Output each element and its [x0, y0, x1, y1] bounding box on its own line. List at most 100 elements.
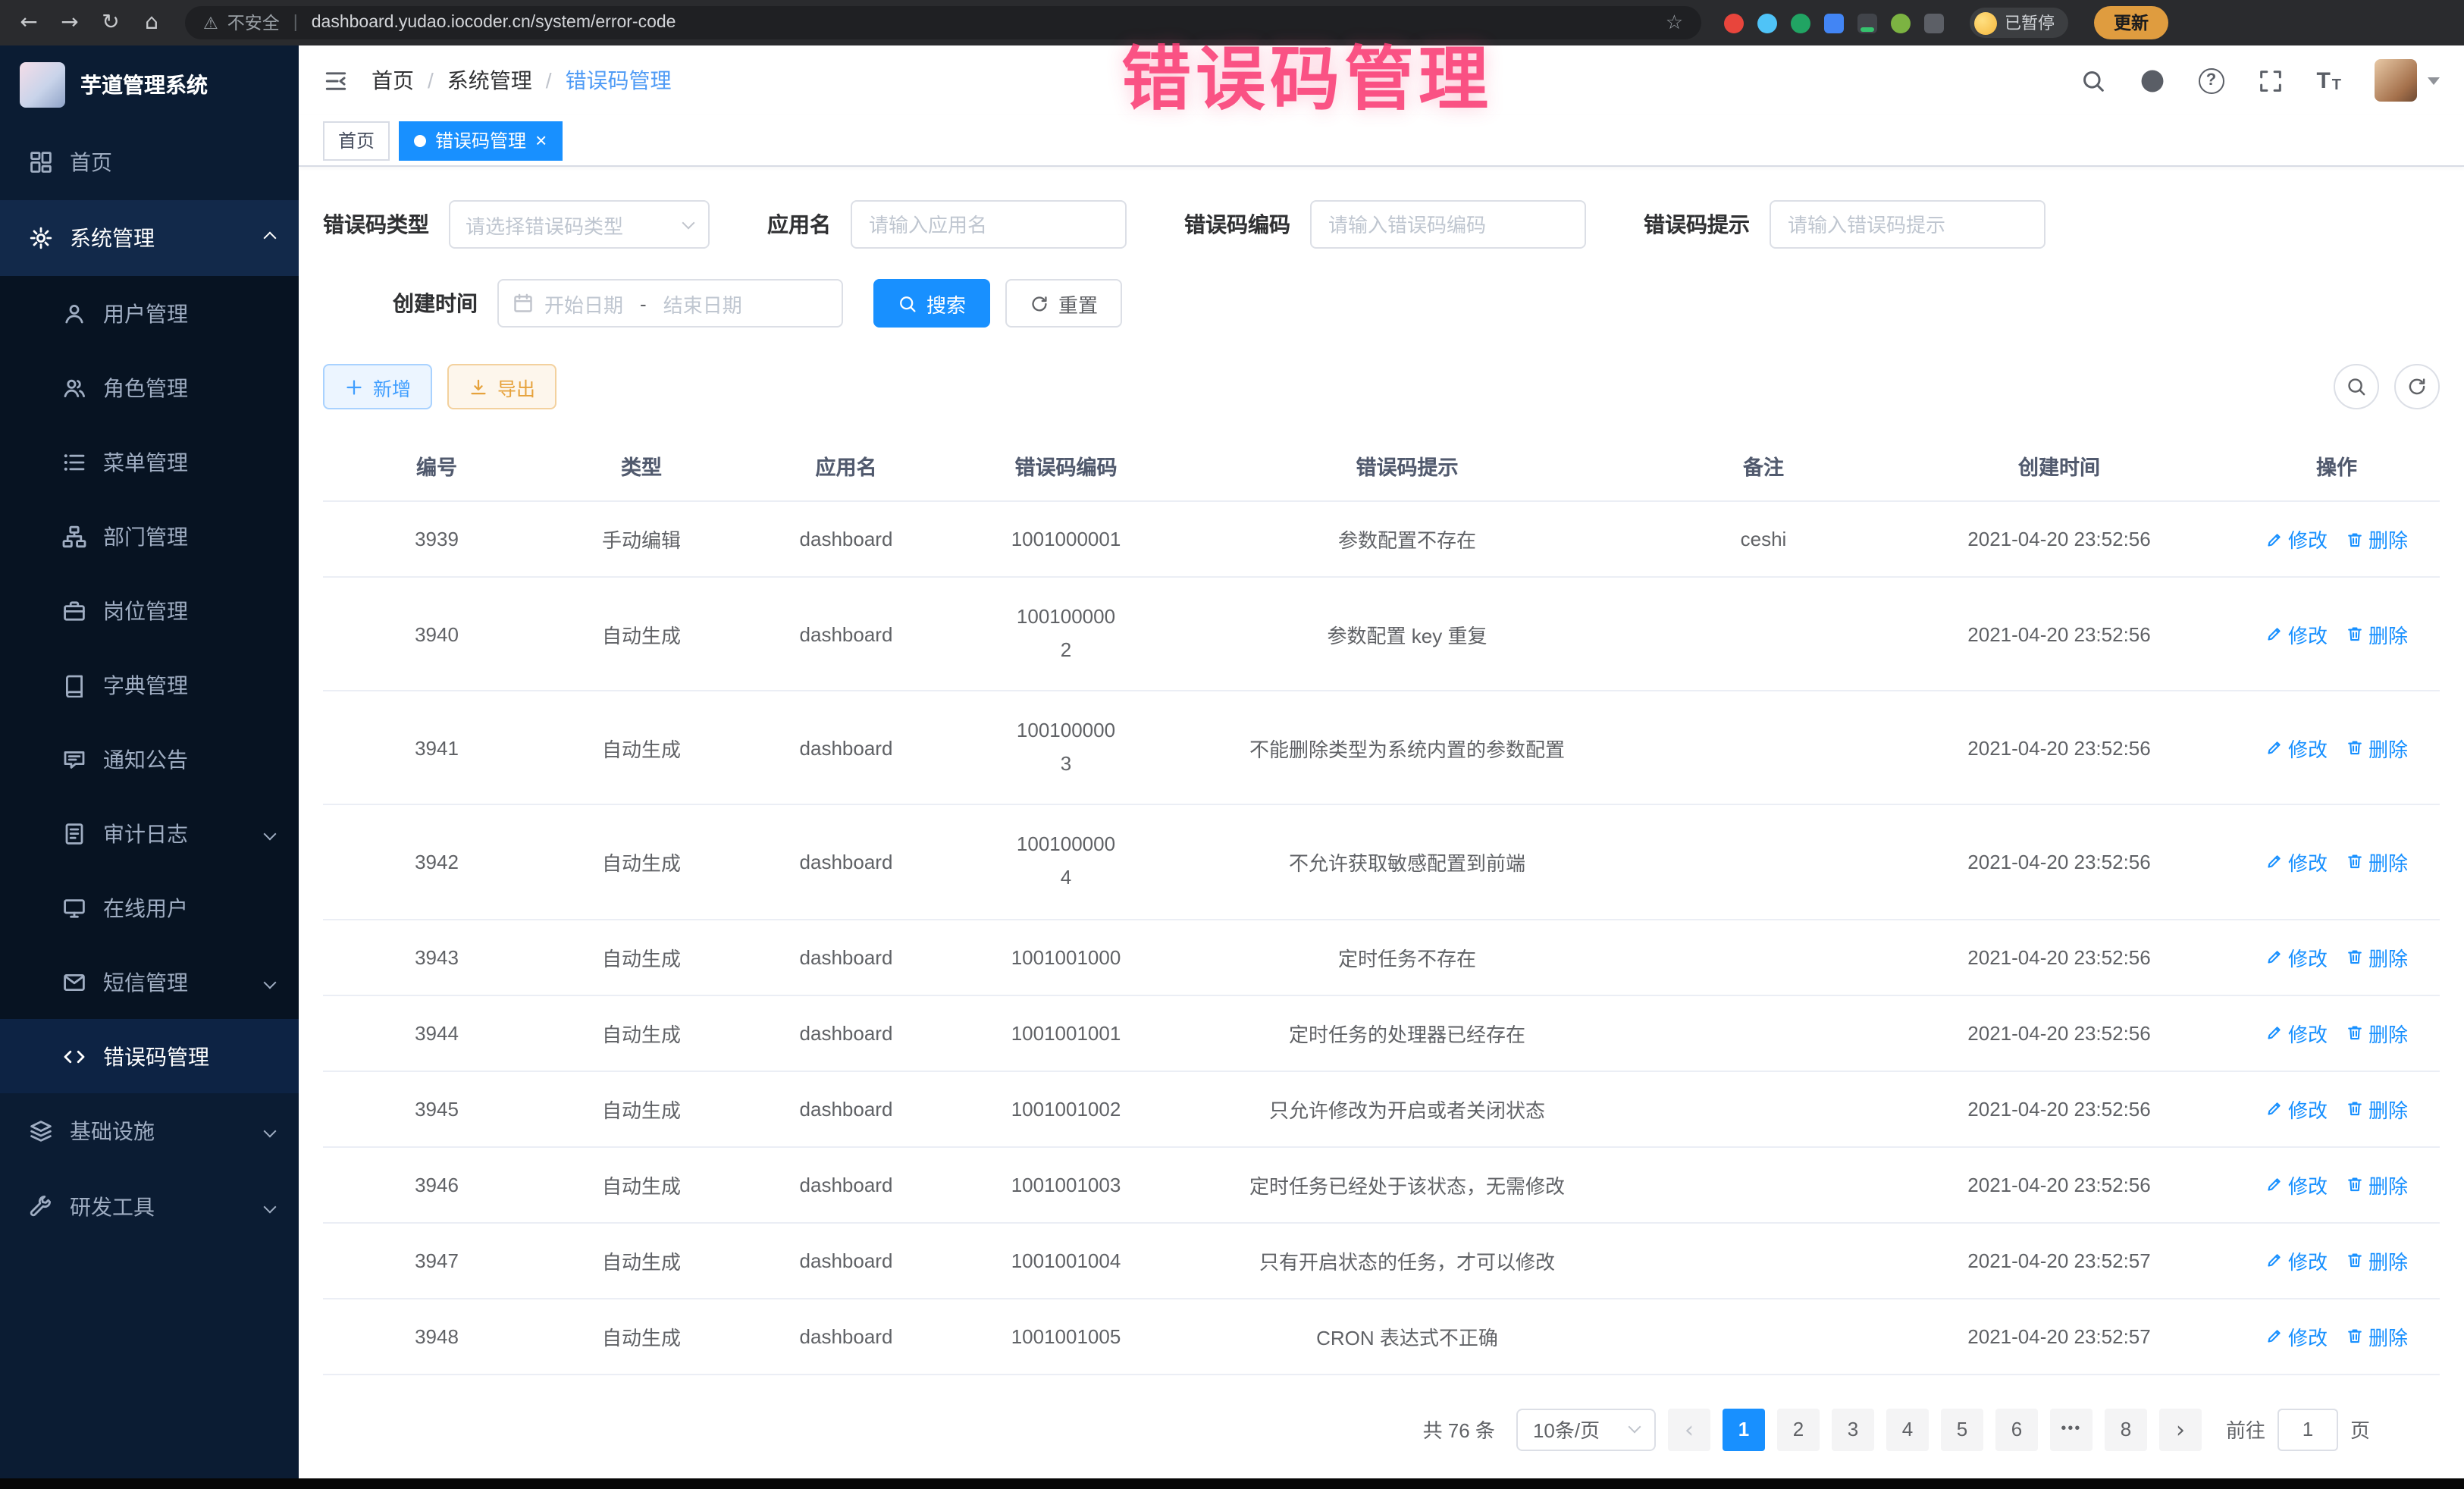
browser-update-button[interactable]: 更新 — [2094, 6, 2168, 39]
sidebar-item-roles[interactable]: 角色管理 — [0, 350, 299, 425]
font-size-icon[interactable]: TT — [2316, 67, 2341, 93]
refresh-table-button[interactable] — [2394, 364, 2440, 409]
add-button[interactable]: 新增 — [323, 364, 432, 409]
page-size-select[interactable]: 10条/页 — [1516, 1408, 1656, 1450]
reset-button[interactable]: 重置 — [1005, 279, 1122, 328]
page-button-8[interactable]: 8 — [2105, 1408, 2147, 1450]
cell-code: 1001000002 — [960, 577, 1172, 691]
sidebar-item-departments[interactable]: 部门管理 — [0, 499, 299, 573]
extension-icon[interactable] — [1857, 13, 1877, 33]
sidebar-item-posts[interactable]: 岗位管理 — [0, 573, 299, 647]
caret-down-icon — [2428, 77, 2440, 84]
page-button-5[interactable]: 5 — [1941, 1408, 1983, 1450]
breadcrumb-home[interactable]: 首页 — [371, 65, 414, 96]
sidebar-item-users[interactable]: 用户管理 — [0, 276, 299, 350]
delete-link[interactable]: 删除 — [2346, 525, 2408, 553]
app-name-input[interactable] — [851, 200, 1127, 249]
pencil-icon — [2265, 948, 2284, 966]
cell-time: 2021-04-20 23:52:56 — [1885, 577, 2234, 691]
back-icon[interactable]: ← — [15, 11, 42, 35]
cell-type: 手动编辑 — [550, 501, 732, 577]
edit-link[interactable]: 修改 — [2265, 734, 2328, 763]
date-range-picker[interactable]: 开始日期 - 结束日期 — [497, 279, 843, 328]
trash-icon — [2346, 739, 2364, 757]
search-button[interactable]: 搜索 — [873, 279, 990, 328]
delete-link[interactable]: 删除 — [2346, 1321, 2408, 1350]
edit-link[interactable]: 修改 — [2265, 525, 2328, 553]
breadcrumb-system[interactable]: 系统管理 — [447, 65, 532, 96]
delete-link[interactable]: 删除 — [2346, 848, 2408, 876]
cell-id: 3944 — [323, 995, 550, 1071]
home-icon[interactable]: ⌂ — [138, 11, 165, 35]
delete-link[interactable]: 删除 — [2346, 1094, 2408, 1123]
cell-app: dashboard — [732, 995, 960, 1071]
org-tree-icon — [62, 524, 86, 548]
edit-link[interactable]: 修改 — [2265, 1321, 2328, 1350]
delete-link[interactable]: 删除 — [2346, 1018, 2408, 1047]
sidebar-item-audit-log[interactable]: 审计日志 — [0, 796, 299, 870]
edit-link[interactable]: 修改 — [2265, 1246, 2328, 1274]
sidebar-item-infrastructure[interactable]: 基础设施 — [0, 1093, 299, 1169]
fullscreen-icon[interactable] — [2257, 67, 2283, 93]
delete-link[interactable]: 删除 — [2346, 619, 2408, 648]
toggle-search-button[interactable] — [2334, 364, 2379, 409]
sidebar-item-notices[interactable]: 通知公告 — [0, 722, 299, 796]
cell-remark — [1642, 577, 1885, 691]
browser-profile-badge[interactable]: 已暂停 — [1970, 8, 2068, 38]
sidebar-item-online-users[interactable]: 在线用户 — [0, 870, 299, 945]
user-avatar[interactable] — [2375, 59, 2440, 102]
edit-link[interactable]: 修改 — [2265, 1018, 2328, 1047]
chevron-down-icon — [264, 976, 277, 989]
extensions-puzzle-icon[interactable] — [1924, 13, 1944, 33]
error-type-select[interactable]: 请选择错误码类型 — [449, 200, 710, 249]
help-icon[interactable]: ? — [2198, 67, 2224, 93]
search-icon[interactable] — [2080, 67, 2105, 93]
more-pages-button[interactable]: ••• — [2050, 1408, 2093, 1450]
delete-link[interactable]: 删除 — [2346, 942, 2408, 971]
forward-icon[interactable]: → — [56, 11, 83, 35]
export-button[interactable]: 导出 — [447, 364, 556, 409]
goto-page-input[interactable] — [2277, 1408, 2338, 1450]
extension-icon[interactable] — [1891, 13, 1911, 33]
error-hint-input[interactable] — [1770, 200, 2045, 249]
reload-icon[interactable]: ↻ — [97, 11, 124, 35]
edit-link[interactable]: 修改 — [2265, 1170, 2328, 1199]
edit-link[interactable]: 修改 — [2265, 848, 2328, 876]
next-page-button[interactable]: › — [2159, 1408, 2202, 1450]
delete-link[interactable]: 删除 — [2346, 1170, 2408, 1199]
tab-home[interactable]: 首页 — [323, 121, 390, 160]
col-header-code: 错误码编码 — [960, 431, 1172, 501]
page-button-2[interactable]: 2 — [1777, 1408, 1820, 1450]
sidebar-item-menus[interactable]: 菜单管理 — [0, 425, 299, 499]
extension-icon[interactable] — [1757, 13, 1777, 33]
tab-error-code[interactable]: 错误码管理 × — [399, 121, 562, 160]
table-row: 3945 自动生成 dashboard 1001001002 只允许修改为开启或… — [323, 1071, 2440, 1146]
sidebar-toggle-icon[interactable] — [323, 67, 349, 93]
logo[interactable]: 芋道管理系统 — [0, 45, 299, 124]
edit-link[interactable]: 修改 — [2265, 1094, 2328, 1123]
extension-icon[interactable] — [1824, 13, 1844, 33]
sidebar-item-error-code[interactable]: 错误码管理 — [0, 1019, 299, 1093]
sidebar-item-dev-tools[interactable]: 研发工具 — [0, 1169, 299, 1245]
bookmark-star-icon[interactable]: ☆ — [1666, 11, 1683, 34]
prev-page-button[interactable]: ‹ — [1668, 1408, 1710, 1450]
delete-link[interactable]: 删除 — [2346, 1246, 2408, 1274]
page-button-6[interactable]: 6 — [1995, 1408, 2038, 1450]
edit-link[interactable]: 修改 — [2265, 619, 2328, 648]
sidebar-item-home[interactable]: 首页 — [0, 124, 299, 200]
edit-link[interactable]: 修改 — [2265, 942, 2328, 971]
page-button-4[interactable]: 4 — [1886, 1408, 1929, 1450]
page-button-3[interactable]: 3 — [1832, 1408, 1874, 1450]
delete-link[interactable]: 删除 — [2346, 734, 2408, 763]
error-code-input[interactable] — [1310, 200, 1586, 249]
page-button-1[interactable]: 1 — [1723, 1408, 1765, 1450]
sidebar-item-dictionary[interactable]: 字典管理 — [0, 647, 299, 722]
extension-icon[interactable] — [1791, 13, 1810, 33]
close-icon[interactable]: × — [535, 130, 547, 150]
github-icon[interactable] — [2139, 67, 2165, 93]
filter-type-label: 错误码类型 — [323, 209, 429, 240]
sidebar-item-system-mgmt[interactable]: 系统管理 — [0, 200, 299, 276]
chevron-down-icon — [682, 216, 695, 229]
sidebar-item-sms[interactable]: 短信管理 — [0, 945, 299, 1019]
extension-icon[interactable] — [1724, 13, 1744, 33]
